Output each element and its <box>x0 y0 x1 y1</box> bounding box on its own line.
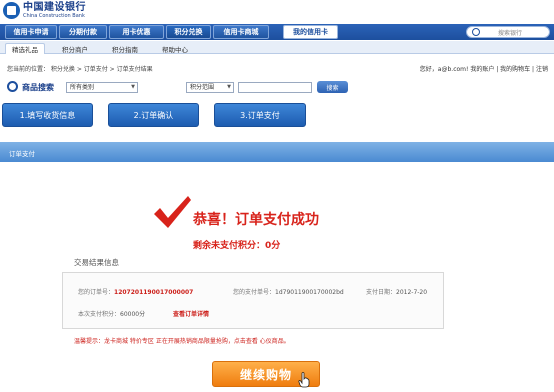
ccb-logo-icon <box>3 2 20 19</box>
order-number-row: 您的订单号：1207201190017000007 <box>78 287 193 296</box>
order-number: 1207201190017000007 <box>114 289 194 296</box>
pay-number-row: 您的支付单号：1d79011900170002bd <box>233 287 344 296</box>
nav-my-card[interactable]: 我的信用卡 <box>283 25 338 39</box>
points-range-select[interactable]: 积分范围 <box>186 82 234 93</box>
transaction-info-box: 您的订单号：1207201190017000007 您的支付单号：1d79011… <box>62 272 444 329</box>
hand-cursor-icon <box>298 372 310 388</box>
checkmark-icon <box>154 196 191 228</box>
top-search-box[interactable]: 搜索银行 <box>466 26 550 38</box>
pay-date: 2012-7-20 <box>396 289 428 296</box>
main-nav: 信用卡申请 分期付款 用卡优惠 积分兑换 信用卡商城 我的信用卡 搜索银行 <box>0 24 554 40</box>
points-paid: 60000分 <box>120 311 146 318</box>
keyword-input[interactable] <box>238 82 312 93</box>
order-payment-banner: 订单支付 <box>0 142 554 162</box>
breadcrumb[interactable]: 您当前的位置： 积分兑换 > 订单支付 > 订单支付结果 <box>7 64 153 73</box>
sub-nav: 精选礼品 积分商户 积分指南 帮助中心 <box>0 41 554 54</box>
bank-name-en: China Construction Bank <box>23 12 85 19</box>
tab-points-guide[interactable]: 积分指南 <box>105 43 145 54</box>
user-links[interactable]: 您好，a@b.com! 我的账户 | 我的购物车 | 注销 <box>420 64 548 73</box>
nav-points-exchange[interactable]: 积分兑换 <box>166 25 211 39</box>
goods-search-button[interactable]: 搜索 <box>317 81 348 93</box>
top-search-placeholder: 搜索银行 <box>498 29 523 37</box>
points-paid-label: 本次支付积分： <box>78 311 121 318</box>
goods-search-label: 商品搜索 <box>22 83 54 92</box>
top-header: 中国建设银行 China Construction Bank <box>0 0 554 22</box>
search-icon <box>7 81 18 92</box>
tab-featured-gifts[interactable]: 精选礼品 <box>5 43 45 54</box>
breadcrumb-bar: 您当前的位置： 积分兑换 > 订单支付 > 订单支付结果 您好，a@b.com!… <box>0 62 554 74</box>
nav-installment[interactable]: 分期付款 <box>59 25 107 39</box>
nav-card-mall[interactable]: 信用卡商城 <box>213 25 269 39</box>
nav-card-offers[interactable]: 用卡优惠 <box>109 25 164 39</box>
pay-number: 1d79011900170002bd <box>275 289 344 296</box>
pay-date-label: 支付日期： <box>366 289 397 296</box>
search-icon <box>472 28 480 36</box>
points-paid-row: 本次支付积分：60000分 <box>78 309 145 318</box>
tab-help-center[interactable]: 帮助中心 <box>155 43 195 54</box>
tip-text[interactable]: 温馨提示：龙卡商城 特价专区 正在开展热销商品限量抢购，点击查看 心仪商品。 <box>74 336 290 345</box>
transaction-info-title: 交易结果信息 <box>74 258 119 267</box>
success-title: 恭喜！订单支付成功 <box>193 212 319 228</box>
pay-date-row: 支付日期：2012-7-20 <box>366 287 427 296</box>
category-select[interactable]: 所有类别 <box>66 82 138 93</box>
nav-card-apply[interactable]: 信用卡申请 <box>5 25 57 39</box>
step-order-payment: 3.订单支付 <box>214 103 306 127</box>
bank-name-cn: 中国建设银行 <box>23 1 86 13</box>
step-order-confirm: 2.订单确认 <box>108 103 199 127</box>
bank-logo[interactable]: 中国建设银行 China Construction Bank <box>3 2 86 19</box>
goods-search-row: 商品搜索 所有类别 积分范围 搜索 <box>0 79 554 95</box>
step-fill-shipping: 1.填写收货信息 <box>2 103 93 127</box>
pay-number-label: 您的支付单号： <box>233 289 276 296</box>
order-number-label: 您的订单号： <box>78 289 115 296</box>
view-order-detail-link[interactable]: 查看订单详情 <box>173 309 209 318</box>
banner-title: 订单支付 <box>9 150 35 158</box>
tab-points-merchants[interactable]: 积分商户 <box>55 43 95 54</box>
remaining-points: 剩余未支付积分：0分 <box>193 241 281 251</box>
